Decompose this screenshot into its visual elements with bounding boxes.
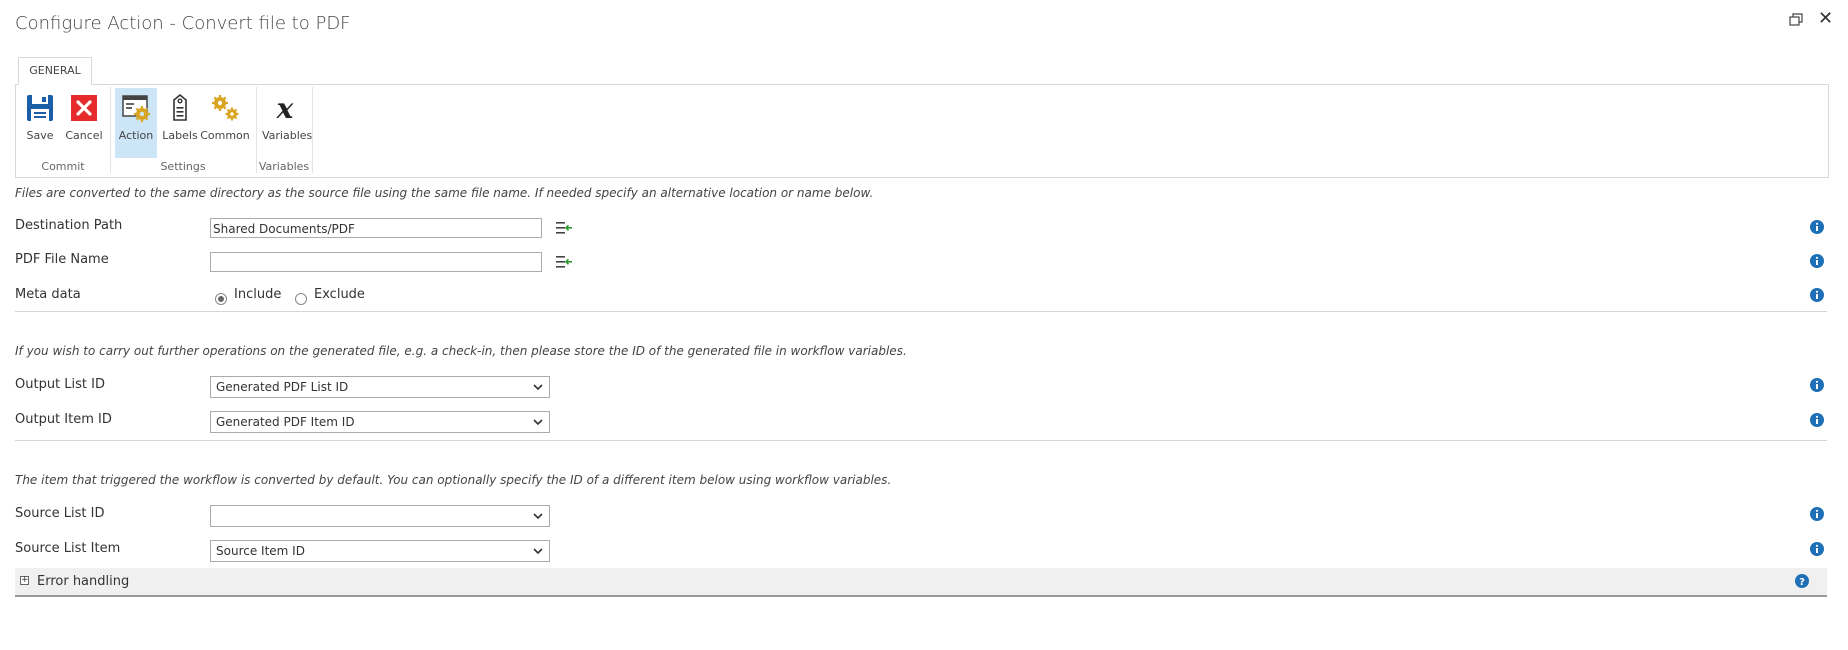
ribbon-toolbar: Save Cancel Action Labels Common x Varia… bbox=[15, 84, 1829, 178]
source-list-item-value: Source Item ID bbox=[216, 544, 305, 558]
output-item-id-select[interactable]: Generated PDF Item ID bbox=[210, 411, 550, 433]
output-list-id-label: Output List ID bbox=[15, 377, 105, 392]
info-icon[interactable] bbox=[1810, 542, 1824, 556]
variable-x-icon: x bbox=[276, 92, 294, 124]
common-button[interactable]: Common bbox=[200, 88, 250, 156]
chevron-down-icon bbox=[533, 419, 543, 426]
meta-exclude-radio[interactable] bbox=[295, 293, 307, 305]
destination-path-input[interactable]: Shared Documents/PDF bbox=[210, 218, 542, 238]
error-handling-bar: + Error handling ? bbox=[15, 568, 1827, 597]
labels-label: Labels bbox=[162, 129, 198, 142]
info-icon[interactable] bbox=[1810, 288, 1824, 302]
help-icon[interactable]: ? bbox=[1795, 574, 1809, 588]
restore-window-icon[interactable] bbox=[1788, 12, 1804, 28]
chevron-down-icon bbox=[533, 548, 543, 555]
output-list-id-select[interactable]: Generated PDF List ID bbox=[210, 376, 550, 398]
ribbon-group-separator bbox=[312, 87, 313, 173]
labels-button[interactable]: Labels bbox=[160, 88, 200, 156]
source-list-item-label: Source List Item bbox=[15, 541, 121, 556]
save-button[interactable]: Save bbox=[20, 88, 60, 156]
svg-text:?: ? bbox=[1799, 577, 1805, 588]
save-label: Save bbox=[26, 129, 54, 142]
close-dialog-button[interactable]: ✕ bbox=[1818, 10, 1833, 28]
destination-path-label: Destination Path bbox=[15, 218, 123, 233]
section-note-output: If you wish to carry out further operati… bbox=[15, 344, 907, 358]
output-item-id-value: Generated PDF Item ID bbox=[216, 415, 355, 429]
group-label-variables: Variables bbox=[258, 160, 310, 173]
cancel-label: Cancel bbox=[65, 129, 103, 142]
meta-data-label: Meta data bbox=[15, 287, 81, 302]
section-note-destination: Files are converted to the same director… bbox=[15, 186, 874, 200]
cancel-icon bbox=[71, 95, 97, 121]
source-list-id-select[interactable] bbox=[210, 505, 550, 527]
info-icon[interactable] bbox=[1810, 378, 1824, 392]
info-icon[interactable] bbox=[1810, 254, 1824, 268]
source-list-item-select[interactable]: Source Item ID bbox=[210, 540, 550, 562]
svg-text:x: x bbox=[276, 92, 294, 124]
insert-reference-icon[interactable] bbox=[556, 255, 572, 269]
pdf-file-name-input[interactable] bbox=[210, 252, 542, 272]
action-button[interactable]: Action bbox=[115, 88, 157, 158]
meta-exclude-label: Exclude bbox=[314, 287, 365, 302]
chevron-down-icon bbox=[533, 513, 543, 520]
group-label-settings: Settings bbox=[160, 160, 206, 173]
source-list-id-label: Source List ID bbox=[15, 506, 105, 521]
group-label-commit: Commit bbox=[41, 160, 85, 173]
gears-icon bbox=[212, 95, 239, 121]
variables-button[interactable]: x Variables bbox=[262, 88, 313, 156]
dialog-title: Configure Action - Convert file to PDF bbox=[15, 13, 351, 34]
output-item-id-label: Output Item ID bbox=[15, 412, 112, 427]
error-handling-label[interactable]: Error handling bbox=[37, 574, 129, 589]
ribbon-tab-general[interactable]: GENERAL bbox=[18, 57, 92, 85]
insert-reference-icon[interactable] bbox=[556, 221, 572, 235]
tag-icon bbox=[173, 93, 187, 121]
section-note-source: The item that triggered the workflow is … bbox=[15, 473, 892, 487]
expand-icon[interactable]: + bbox=[20, 576, 29, 585]
action-label: Action bbox=[118, 129, 154, 142]
meta-include-radio[interactable] bbox=[215, 293, 227, 305]
output-list-id-value: Generated PDF List ID bbox=[216, 380, 349, 394]
section-divider bbox=[15, 311, 1827, 312]
save-icon bbox=[27, 95, 53, 121]
info-icon[interactable] bbox=[1810, 507, 1824, 521]
pdf-file-name-label: PDF File Name bbox=[15, 252, 109, 267]
meta-include-label: Include bbox=[234, 287, 282, 302]
cancel-button[interactable]: Cancel bbox=[64, 88, 104, 156]
action-settings-icon bbox=[122, 95, 150, 122]
info-icon[interactable] bbox=[1810, 220, 1824, 234]
section-divider bbox=[15, 440, 1827, 441]
info-icon[interactable] bbox=[1810, 413, 1824, 427]
common-label: Common bbox=[200, 129, 250, 142]
variables-label: Variables bbox=[262, 129, 313, 142]
chevron-down-icon bbox=[533, 384, 543, 391]
